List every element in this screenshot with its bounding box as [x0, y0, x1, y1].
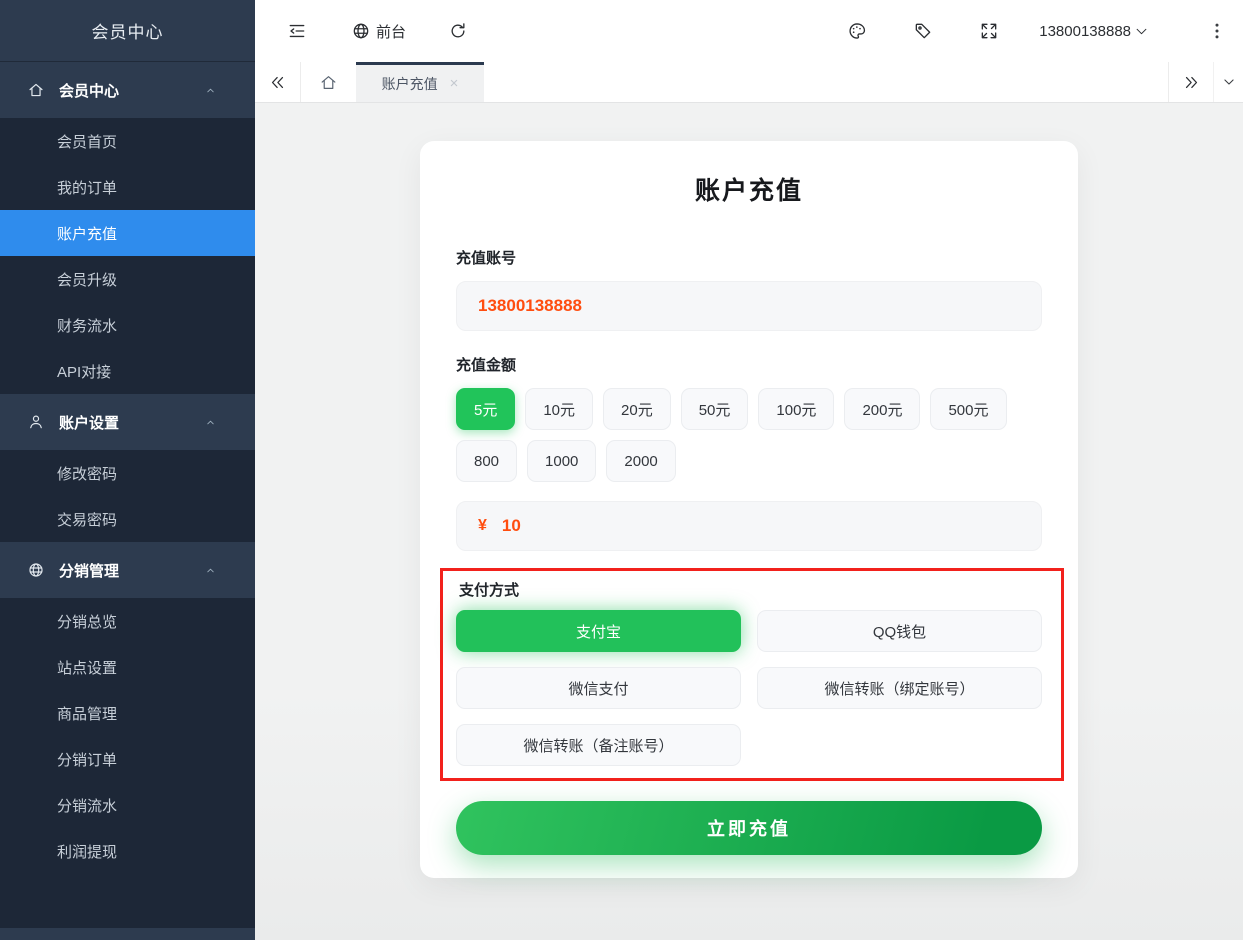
- currency-symbol: ¥: [478, 517, 487, 535]
- caret-down-icon: [1134, 24, 1149, 39]
- refresh-icon: [448, 21, 468, 41]
- payment-option-button[interactable]: 微信转账（备注账号）: [456, 724, 741, 766]
- front-site-button[interactable]: 前台: [351, 21, 406, 42]
- recharge-card: 账户充值 充值账号 13800138888 充值金额 5元10元20元50元10…: [420, 141, 1078, 878]
- tabs-scroll-left-button[interactable]: [255, 62, 300, 102]
- home-icon: [27, 81, 45, 99]
- tabs-menu-button[interactable]: [1213, 62, 1243, 102]
- sidebar-item[interactable]: 会员升级: [0, 256, 255, 302]
- tabbar-spacer: [484, 62, 1168, 102]
- sidebar-item[interactable]: 站点设置: [0, 644, 255, 690]
- palette-icon: [847, 21, 867, 41]
- amount-options: 5元10元20元50元100元200元500元 80010002000: [456, 388, 1042, 482]
- sidebar-filler: [0, 874, 255, 928]
- amount-input[interactable]: ¥ 10: [456, 501, 1042, 551]
- chevrons-left-icon: [269, 74, 286, 91]
- sidebar-item[interactable]: API对接: [0, 348, 255, 394]
- sidebar-nav: 会员中心会员首页我的订单账户充值会员升级财务流水API对接账户设置修改密码交易密…: [0, 62, 255, 874]
- amount-option-button[interactable]: 800: [456, 440, 517, 482]
- user-icon: [27, 413, 45, 431]
- tag-icon: [913, 21, 933, 41]
- globe-icon: [351, 21, 371, 41]
- tag-button[interactable]: [913, 21, 933, 41]
- payment-field-label: 支付方式: [459, 579, 1042, 600]
- amount-option-button[interactable]: 20元: [603, 388, 671, 430]
- amount-option-button[interactable]: 2000: [606, 440, 675, 482]
- toolbar-right: 13800138888: [847, 21, 1231, 41]
- amount-option-button[interactable]: 5元: [456, 388, 515, 430]
- chevron-up-icon: [204, 416, 217, 429]
- sidebar-collapse-button[interactable]: [287, 21, 307, 41]
- chevron-up-icon: [204, 564, 217, 577]
- amount-option-button[interactable]: 100元: [758, 388, 834, 430]
- sidebar-group-label: 账户设置: [59, 412, 119, 433]
- account-field-label: 充值账号: [456, 247, 1042, 268]
- amount-input-value: 10: [502, 516, 521, 536]
- payment-options: 支付宝 QQ钱包微信支付微信转账（绑定账号） 微信转账（备注账号）: [456, 610, 1042, 766]
- sidebar-group-1[interactable]: 账户设置: [0, 394, 255, 450]
- sidebar-item[interactable]: 会员首页: [0, 118, 255, 164]
- amount-option-button[interactable]: 200元: [844, 388, 920, 430]
- amount-option-button[interactable]: 500元: [930, 388, 1006, 430]
- amount-option-button[interactable]: 10元: [525, 388, 593, 430]
- close-icon[interactable]: ×: [450, 76, 459, 91]
- sidebar-item[interactable]: 利润提现: [0, 828, 255, 874]
- sidebar-group-0[interactable]: 会员中心: [0, 62, 255, 118]
- tabbar-right-controls: [1168, 62, 1243, 102]
- fullscreen-button[interactable]: [979, 21, 999, 41]
- sidebar-group-label: 分销管理: [59, 560, 119, 581]
- account-dropdown[interactable]: 13800138888: [1039, 23, 1149, 40]
- theme-button[interactable]: [847, 21, 867, 41]
- kebab-icon: [1207, 21, 1227, 41]
- main-area: 前台: [255, 0, 1243, 940]
- home-icon: [319, 73, 338, 92]
- tab-home[interactable]: [300, 62, 356, 102]
- recharge-submit-button[interactable]: 立即充值: [456, 801, 1042, 855]
- caret-down-icon: [1222, 75, 1236, 89]
- tab-active[interactable]: 账户充值 ×: [356, 62, 484, 102]
- sidebar-item[interactable]: 商品管理: [0, 690, 255, 736]
- payment-option-button[interactable]: 微信支付: [456, 667, 741, 709]
- account-input[interactable]: 13800138888: [456, 281, 1042, 331]
- sidebar-item[interactable]: 分销总览: [0, 598, 255, 644]
- sidebar-item[interactable]: 账户充值: [0, 210, 255, 256]
- sidebar-item[interactable]: 分销订单: [0, 736, 255, 782]
- amount-option-button[interactable]: 1000: [527, 440, 596, 482]
- tab-active-label: 账户充值: [382, 74, 438, 94]
- front-site-label: 前台: [376, 21, 406, 42]
- sidebar-item[interactable]: 交易密码: [0, 496, 255, 542]
- sidebar-item[interactable]: 财务流水: [0, 302, 255, 348]
- sidebar-title: 会员中心: [0, 0, 255, 62]
- more-menu-button[interactable]: [1207, 21, 1227, 41]
- page-title: 账户充值: [456, 167, 1042, 207]
- account-input-value: 13800138888: [478, 296, 582, 316]
- content-area: 账户充值 充值账号 13800138888 充值金额 5元10元20元50元10…: [255, 103, 1243, 940]
- amount-field-label: 充值金额: [456, 354, 1042, 375]
- amount-option-button[interactable]: 50元: [681, 388, 749, 430]
- payment-option-button[interactable]: QQ钱包: [757, 610, 1042, 652]
- payment-annotation-box: 支付方式 支付宝 QQ钱包微信支付微信转账（绑定账号） 微信转账（备注账号）: [440, 568, 1064, 781]
- globe-icon: [27, 561, 45, 579]
- refresh-button[interactable]: [448, 21, 468, 41]
- payment-option-button[interactable]: 微信转账（绑定账号）: [757, 667, 1042, 709]
- sidebar-group-label: 会员中心: [59, 80, 119, 101]
- sidebar-item[interactable]: 我的订单: [0, 164, 255, 210]
- chevrons-right-icon: [1183, 74, 1200, 91]
- chevron-up-icon: [204, 84, 217, 97]
- sidebar: 会员中心 会员中心会员首页我的订单账户充值会员升级财务流水API对接账户设置修改…: [0, 0, 255, 940]
- sidebar-item[interactable]: 分销流水: [0, 782, 255, 828]
- app-window: 会员中心 会员中心会员首页我的订单账户充值会员升级财务流水API对接账户设置修改…: [0, 0, 1243, 940]
- tabs-scroll-right-button[interactable]: [1169, 62, 1213, 102]
- account-number: 13800138888: [1039, 23, 1131, 40]
- sidebar-next-group-strip: [0, 928, 255, 940]
- toolbar: 前台: [255, 0, 1243, 62]
- fullscreen-icon: [979, 21, 999, 41]
- sidebar-item[interactable]: 修改密码: [0, 450, 255, 496]
- sidebar-group-2[interactable]: 分销管理: [0, 542, 255, 598]
- tabbar: 账户充值 ×: [255, 62, 1243, 103]
- collapse-icon: [287, 21, 307, 41]
- payment-option-button[interactable]: 支付宝: [456, 610, 741, 652]
